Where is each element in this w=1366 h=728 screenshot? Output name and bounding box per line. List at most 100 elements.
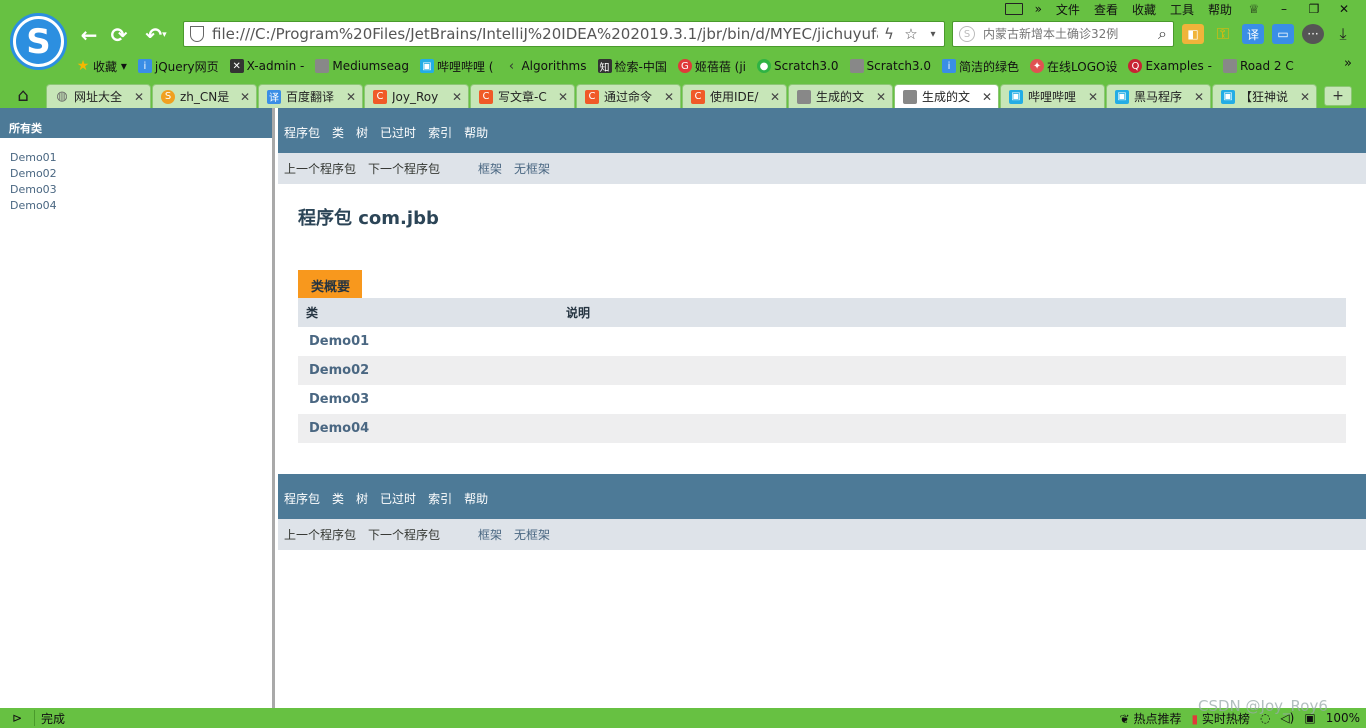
bookmark-item[interactable]: G 姬蓓蓓 (ji [677, 58, 746, 75]
tab-item[interactable]: ◍ 网址大全 ✕ [46, 84, 151, 108]
bookmark-item[interactable]: ✦ 在线LOGO设 [1030, 58, 1117, 75]
hot-recommend[interactable]: ❦ 热点推荐 [1120, 710, 1182, 727]
minimize-icon[interactable]: – [1270, 2, 1298, 16]
search-icon[interactable]: ⌕ [1158, 24, 1167, 44]
leaf-icon: ❦ [1119, 711, 1130, 726]
bookmarks-more-icon[interactable]: » [1344, 56, 1352, 71]
close-tab-icon[interactable]: ✕ [662, 90, 676, 104]
tab-item-active[interactable]: 生成的文 ✕ [894, 84, 999, 108]
menu-view[interactable]: 查看 [1088, 1, 1124, 18]
refresh-icon[interactable]: ⟳ [106, 22, 132, 48]
close-tab-icon[interactable]: ✕ [238, 90, 252, 104]
close-tab-icon[interactable]: ✕ [344, 90, 358, 104]
tab-item[interactable]: ▣ 黑马程序 ✕ [1106, 84, 1211, 108]
no-frames-link[interactable]: 无框架 [514, 526, 550, 543]
home-icon[interactable]: ⌂ [0, 82, 46, 108]
nav-index[interactable]: 索引 [428, 490, 452, 507]
nav-help[interactable]: 帮助 [464, 124, 488, 141]
address-bar[interactable]: ϟ ☆ ▾ [183, 21, 945, 47]
nav-tree[interactable]: 树 [356, 490, 368, 507]
class-link-demo03[interactable]: Demo03 [10, 182, 272, 198]
nav-package[interactable]: 程序包 [284, 490, 320, 507]
sidebar-expand-icon[interactable]: ⊳ [0, 711, 34, 725]
tab-item[interactable]: C Joy_Roy ✕ [364, 84, 469, 108]
tab-item[interactable]: ▣ 哔哩哔哩 ✕ [1000, 84, 1105, 108]
frames-link[interactable]: 框架 [478, 526, 502, 543]
star-icon[interactable]: ☆ [900, 25, 922, 43]
dropdown-icon[interactable]: ▾ [922, 29, 944, 40]
url-input[interactable] [212, 25, 878, 43]
column-header-class: 类 [298, 298, 558, 327]
extension-icon[interactable]: ◧ [1182, 24, 1204, 44]
bookmark-item[interactable]: Mediumseag [315, 59, 409, 73]
nav-class[interactable]: 类 [332, 124, 344, 141]
nav-tree[interactable]: 树 [356, 124, 368, 141]
key-icon[interactable]: ⚿ [1212, 24, 1234, 44]
close-tab-icon[interactable]: ✕ [1298, 90, 1312, 104]
close-tab-icon[interactable]: ✕ [874, 90, 888, 104]
tab-item[interactable]: C 通过命令 ✕ [576, 84, 681, 108]
bookmark-item[interactable]: ✕ X-admin - [229, 59, 304, 73]
restore-icon[interactable]: ❐ [1300, 2, 1328, 16]
tab-item[interactable]: C 使用IDE/✕ [682, 84, 787, 108]
bookmark-item[interactable]: ▣ 哔哩哔哩 ( [419, 58, 493, 75]
nav-index[interactable]: 索引 [428, 124, 452, 141]
bookmark-item[interactable]: ‹ Algorithms [504, 59, 587, 74]
menu-help[interactable]: 帮助 [1202, 1, 1238, 18]
bookmark-item[interactable]: Q Examples - [1128, 59, 1212, 73]
menu-favorites[interactable]: 收藏 [1126, 1, 1162, 18]
screenshot-icon[interactable]: ▭ [1272, 24, 1294, 44]
nav-package[interactable]: 程序包 [284, 124, 320, 141]
class-link-demo04[interactable]: Demo04 [10, 198, 272, 214]
no-frames-link[interactable]: 无框架 [514, 160, 550, 177]
nav-deprecated[interactable]: 已过时 [380, 124, 416, 141]
class-link-demo02[interactable]: Demo02 [298, 356, 558, 385]
lightning-icon[interactable]: ϟ [878, 25, 900, 43]
close-tab-icon[interactable]: ✕ [768, 90, 782, 104]
tab-item[interactable]: 生成的文 ✕ [788, 84, 893, 108]
nav-deprecated[interactable]: 已过时 [380, 490, 416, 507]
class-link-demo04[interactable]: Demo04 [298, 414, 558, 443]
skin-icon[interactable]: ♕ [1240, 2, 1268, 16]
new-tab-button[interactable]: + [1324, 86, 1352, 106]
bookmark-item[interactable]: 知检索-中国 [597, 58, 667, 75]
nav-class[interactable]: 类 [332, 490, 344, 507]
translate-icon[interactable]: 译 [1242, 24, 1264, 44]
bookmark-item[interactable]: ● Scratch3.0 [757, 59, 839, 73]
frames-link[interactable]: 框架 [478, 160, 502, 177]
more-tools-icon[interactable]: ··· [1302, 24, 1324, 44]
class-link-demo01[interactable]: Demo01 [298, 327, 558, 356]
sidebar-toggle-icon[interactable] [1004, 3, 1023, 15]
class-link-demo01[interactable]: Demo01 [10, 150, 272, 166]
close-window-icon[interactable]: ✕ [1330, 2, 1358, 16]
bookmark-item[interactable]: Scratch3.0 [849, 59, 931, 73]
close-tab-icon[interactable]: ✕ [1192, 90, 1206, 104]
bookmark-item[interactable]: Road 2 C [1222, 59, 1294, 73]
class-link-demo03[interactable]: Demo03 [298, 385, 558, 414]
close-tab-icon[interactable]: ✕ [556, 90, 570, 104]
nav-help[interactable]: 帮助 [464, 490, 488, 507]
tab-item[interactable]: C 写文章-C ✕ [470, 84, 575, 108]
close-tab-icon[interactable]: ✕ [980, 90, 994, 104]
close-tab-icon[interactable]: ✕ [132, 90, 146, 104]
search-engine-icon[interactable]: S [959, 26, 975, 42]
tab-item[interactable]: 译百度翻译 ✕ [258, 84, 363, 108]
menu-file[interactable]: 文件 [1050, 1, 1086, 18]
close-tab-icon[interactable]: ✕ [1086, 90, 1100, 104]
bilibili-icon: ▣ [419, 59, 434, 73]
download-icon[interactable]: ⤓ [1332, 24, 1354, 44]
zoom-level[interactable]: 100% [1326, 711, 1360, 725]
bookmark-item[interactable]: i 简洁的绿色 [942, 58, 1019, 75]
class-link-demo02[interactable]: Demo02 [10, 166, 272, 182]
search-box[interactable]: S ⌕ [952, 21, 1174, 47]
undo-close-icon[interactable]: ↶ ▾ [138, 22, 174, 48]
close-tab-icon[interactable]: ✕ [450, 90, 464, 104]
search-input[interactable] [983, 27, 1159, 41]
menu-more-icon[interactable]: » [1029, 2, 1048, 16]
back-icon[interactable]: ← [76, 22, 102, 48]
tab-item[interactable]: ▣ 【狂神说 ✕ [1212, 84, 1317, 108]
tab-item[interactable]: Szh_CN是 ✕ [152, 84, 257, 108]
bookmark-item[interactable]: i jQuery网页 [137, 58, 219, 75]
menu-tools[interactable]: 工具 [1164, 1, 1200, 18]
bookmark-favorites[interactable]: ★ 收藏 ▾ [76, 58, 127, 75]
